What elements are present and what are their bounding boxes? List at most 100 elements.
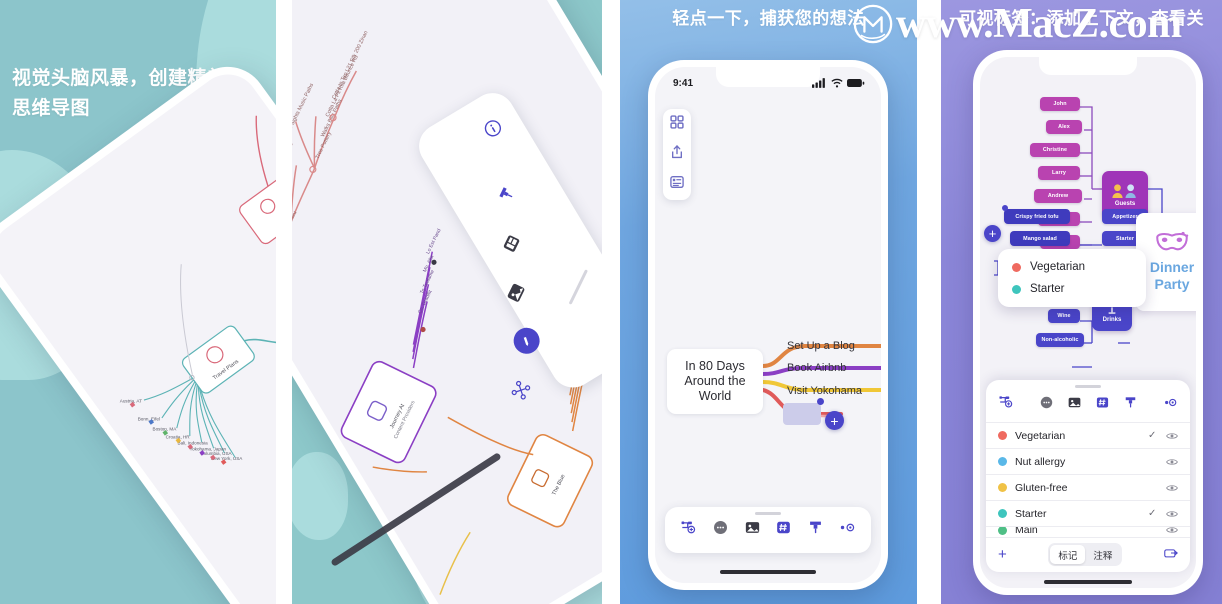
- toolbar-button-comment[interactable]: [712, 519, 729, 541]
- phone-screen: In 80 Days Around the World Travel Plans: [0, 62, 276, 604]
- mindmap-node[interactable]: John: [1040, 97, 1080, 111]
- export-icon: [1164, 548, 1179, 557]
- toolbar-button-outline[interactable]: [669, 174, 685, 195]
- tag-row[interactable]: Gluten-free: [986, 474, 1190, 500]
- tag-color-dot: [998, 509, 1007, 518]
- phone-mockup: John Alex Christine Larry Andrew Monica …: [973, 50, 1203, 595]
- sheet-segmented-control: 标记 注释: [1048, 543, 1123, 566]
- popup-tag-item[interactable]: Starter: [998, 278, 1146, 300]
- eye-icon[interactable]: [1166, 430, 1178, 442]
- tag-icon: [503, 235, 520, 252]
- tag-row[interactable]: Nut allergy: [986, 448, 1190, 474]
- eye-icon[interactable]: [1166, 508, 1178, 520]
- battery-icon: [847, 78, 865, 88]
- tag-label: Gluten-free: [1015, 481, 1068, 494]
- image-icon: [1068, 397, 1080, 407]
- toolbar-button-share[interactable]: [669, 144, 685, 165]
- tag-row[interactable]: Main: [986, 526, 1190, 537]
- brush-icon: [810, 521, 821, 534]
- popup-tag-item[interactable]: Vegetarian: [998, 256, 1146, 278]
- add-node-button[interactable]: +: [984, 225, 1001, 242]
- mindmap-node[interactable]: Mango salad: [1010, 231, 1070, 246]
- tag-row[interactable]: Starter ✓: [986, 500, 1190, 526]
- popup-tag-label: Starter: [1030, 283, 1065, 295]
- tag-row[interactable]: Vegetarian ✓: [986, 422, 1190, 448]
- toolbar-button-brush[interactable]: [495, 182, 524, 208]
- toolbar-button-link[interactable]: [839, 519, 856, 541]
- status-time: 9:41: [673, 77, 694, 89]
- link-icon: [1165, 398, 1177, 406]
- toolbar-grabber[interactable]: [755, 512, 781, 515]
- mindmap-empty-node[interactable]: [783, 403, 821, 425]
- panel-editor: Sale Kivu Trap Paths Tral My Boat Mass f…: [292, 0, 602, 604]
- home-indicator: [1044, 580, 1132, 584]
- sheet-footer: + 标记 注释: [986, 537, 1190, 572]
- segment-tags[interactable]: 标记: [1050, 545, 1086, 564]
- tag-check: ✓: [1148, 508, 1157, 519]
- tag-label: Vegetarian: [1015, 429, 1066, 442]
- svg-text:Sale Kivu: Sale Kivu: [292, 210, 298, 233]
- mindmap-root-node[interactable]: In 80 Days Around the World: [667, 349, 763, 414]
- eye-icon[interactable]: [1166, 456, 1178, 468]
- toolbar-button-image[interactable]: [744, 519, 761, 541]
- mindmap-branch-label[interactable]: Set Up a Blog: [787, 340, 855, 352]
- svg-text:Bonn, Eifel: Bonn, Eifel: [138, 416, 160, 421]
- panel-capture: 轻点一下，捕获您的想法 9:41 In 80 Days Around the W…: [620, 0, 917, 604]
- mindmap-node[interactable]: Christine: [1030, 143, 1080, 157]
- mindmap-node[interactable]: Alex: [1046, 120, 1082, 134]
- toolbar-button-comment[interactable]: [1039, 395, 1054, 415]
- tag-color-dot: [1012, 284, 1021, 294]
- phone-screen: John Alex Christine Larry Andrew Monica …: [980, 57, 1196, 588]
- toolbar-button-grid[interactable]: [669, 114, 685, 135]
- panel-brainstorm: 视觉头脑风暴，创建精美 思维导图 In 80 Days Around the W…: [0, 0, 276, 604]
- tag-label: Main: [1015, 526, 1038, 537]
- node-handle[interactable]: [1002, 205, 1008, 211]
- phone-mockup: 9:41 In 80 Days Around the World Set Up …: [648, 60, 888, 590]
- toolbar-button-tag[interactable]: [775, 519, 792, 541]
- mindmap-node[interactable]: Crispy fried tofu: [1004, 209, 1070, 224]
- image-icon: [745, 522, 759, 533]
- toolbar-button-brush[interactable]: [807, 519, 824, 541]
- party-mask-icon: [1156, 231, 1189, 251]
- share-icon: [672, 145, 682, 159]
- node-handle[interactable]: [817, 398, 824, 405]
- eye-icon[interactable]: [1166, 526, 1178, 536]
- svg-text:Tral My Boat: Tral My Boat: [292, 142, 295, 172]
- mindmap-node[interactable]: Larry: [1038, 166, 1080, 180]
- eye-icon[interactable]: [1166, 482, 1178, 494]
- toolbar-button-add-node[interactable]: [998, 394, 1014, 415]
- toolbar-button-add-node[interactable]: [680, 519, 697, 541]
- mindmap-node[interactable]: Andrew: [1034, 189, 1082, 203]
- toolbar-button-image[interactable]: [1067, 395, 1082, 415]
- page-title: 轻点一下，捕获您的想法: [672, 9, 865, 28]
- toolbar-button-brush[interactable]: [1123, 395, 1138, 415]
- tag-color-dot: [998, 527, 1007, 535]
- svg-text:Cotta to Tap L21 Silk 200 Zina: Cotta to Tap L21 Silk 200 Zinan: [331, 30, 369, 100]
- mindmap-node[interactable]: Wine: [1048, 309, 1080, 323]
- grid-icon: [670, 115, 684, 129]
- phone-mockup: In 80 Days Around the World Travel Plans: [0, 51, 276, 604]
- brush-icon: [499, 187, 513, 198]
- toolbar-button-tag[interactable]: [1095, 395, 1110, 415]
- toolbar-button-link[interactable]: [1162, 395, 1178, 415]
- wifi-icon: [831, 78, 843, 88]
- link-icon: [840, 523, 854, 532]
- segment-notes[interactable]: 注释: [1085, 545, 1120, 564]
- phone-screen: 9:41 In 80 Days Around the World Set Up …: [655, 67, 881, 583]
- comment-icon: [1040, 396, 1052, 408]
- mindmap-branch-label[interactable]: Book Airbnb: [787, 362, 846, 374]
- mindmap-node[interactable]: Non-alcoholic: [1036, 333, 1084, 347]
- svg-text:New York, USA: New York, USA: [211, 456, 243, 461]
- tag-color-dot: [998, 457, 1007, 466]
- add-tag-button[interactable]: +: [998, 547, 1007, 562]
- status-bar: 9:41: [655, 67, 881, 95]
- phone-mockup: Sale Kivu Trap Paths Tral My Boat Mass f…: [292, 0, 602, 604]
- tag-label: Starter: [1015, 507, 1047, 520]
- phone-notch: [1039, 57, 1137, 75]
- toolbar-button-info[interactable]: [480, 115, 509, 145]
- export-button[interactable]: [1164, 546, 1179, 564]
- toolbar-button-tag[interactable]: [499, 231, 529, 259]
- tag-color-dot: [1012, 262, 1021, 272]
- add-node-button[interactable]: +: [825, 411, 844, 430]
- mindmap-branch-label[interactable]: Visit Yokohama: [787, 385, 862, 397]
